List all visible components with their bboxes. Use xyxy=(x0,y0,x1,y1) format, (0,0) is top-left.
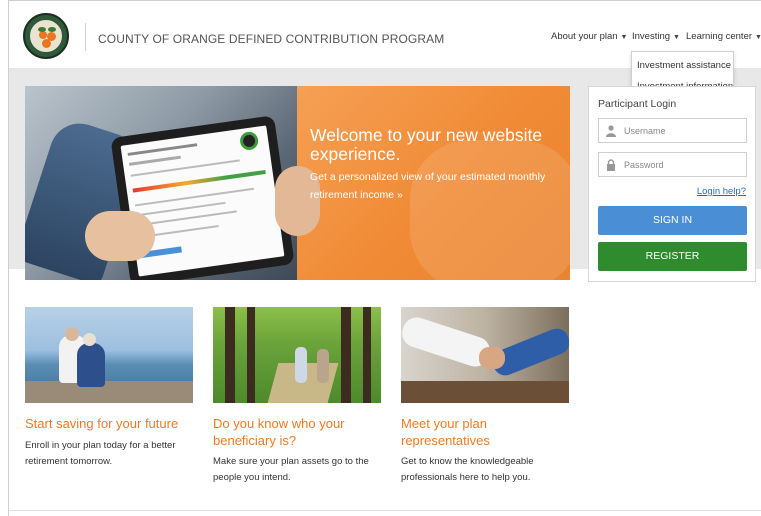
card-heading[interactable]: Meet your plan representatives xyxy=(401,415,561,449)
photo-head xyxy=(83,333,96,346)
card-heading[interactable]: Do you know who your beneficiary is? xyxy=(213,415,383,449)
leaf-icon xyxy=(38,27,46,32)
card-image-couple-dock[interactable] xyxy=(25,307,193,403)
photo-person xyxy=(295,347,307,383)
screen-line xyxy=(128,155,181,166)
photo-hand xyxy=(85,211,155,261)
photo-person xyxy=(77,343,105,387)
caret-down-icon: ▼ xyxy=(673,34,680,41)
card-text: Get to know the knowledgeable profession… xyxy=(401,456,534,483)
card-text: Enroll in your plan today for a better r… xyxy=(25,440,176,467)
caret-down-icon: ▼ xyxy=(755,34,761,41)
login-help-link[interactable]: Login help? xyxy=(697,186,746,197)
nav-label: Learning center xyxy=(686,31,753,42)
footer-divider xyxy=(9,510,761,511)
password-placeholder: Password xyxy=(624,160,664,170)
photo-dock xyxy=(25,381,193,403)
program-title: COUNTY OF ORANGE DEFINED CONTRIBUTION PR… xyxy=(98,32,445,46)
gauge-icon xyxy=(238,130,260,152)
leaf-icon xyxy=(48,27,56,32)
sign-in-button[interactable]: SIGN IN xyxy=(598,206,747,235)
nav-label: About your plan xyxy=(551,31,618,42)
photo-desk xyxy=(401,381,569,403)
orange-fruit-icon xyxy=(39,31,47,39)
photo-tree xyxy=(247,307,255,403)
photo-tree xyxy=(225,307,235,403)
hero-link-text[interactable]: Get a personalized view of your estimate… xyxy=(310,168,560,204)
photo-tree xyxy=(363,307,371,403)
photo-head xyxy=(65,327,79,341)
screen-line xyxy=(134,187,254,207)
card-image-handshake[interactable] xyxy=(401,307,569,403)
participant-login-panel: Participant Login Username Password Logi… xyxy=(588,86,756,282)
card-heading[interactable]: Start saving for your future xyxy=(25,415,200,432)
nav-investing[interactable]: Investing ▼ xyxy=(632,31,680,42)
login-title: Participant Login xyxy=(598,98,677,110)
nav-about-your-plan[interactable]: About your plan ▼ xyxy=(551,31,627,42)
hero-tablet-photo xyxy=(25,86,297,280)
nav-label: Investing xyxy=(632,31,671,42)
username-placeholder: Username xyxy=(624,126,666,136)
menu-item-investment-assistance[interactable]: Investment assistance xyxy=(637,60,731,71)
page: COUNTY OF ORANGE DEFINED CONTRIBUTION PR… xyxy=(8,0,761,516)
register-button[interactable]: REGISTER xyxy=(598,242,747,271)
photo-tree xyxy=(341,307,351,403)
nav-learning-center[interactable]: Learning center ▼ xyxy=(686,31,761,42)
caret-down-icon: ▼ xyxy=(620,34,628,41)
password-field[interactable]: Password xyxy=(598,152,747,177)
username-field[interactable]: Username xyxy=(598,118,747,143)
hero-banner[interactable]: Welcome to your new website experience. … xyxy=(25,86,570,280)
hero-heading: Welcome to your new website experience. xyxy=(310,125,543,164)
screen-line xyxy=(127,143,198,156)
photo-handshake xyxy=(479,347,505,369)
card-text: Make sure your plan assets go to the peo… xyxy=(213,456,369,483)
hero-callout: Welcome to your new website experience. … xyxy=(275,86,570,280)
lock-icon xyxy=(607,159,615,171)
orange-fruit-icon xyxy=(42,39,51,48)
photo-person xyxy=(317,349,329,383)
county-seal-logo[interactable] xyxy=(23,13,69,59)
header-divider xyxy=(85,23,86,51)
card-image-forest-walk[interactable] xyxy=(213,307,381,403)
user-icon xyxy=(606,125,616,137)
